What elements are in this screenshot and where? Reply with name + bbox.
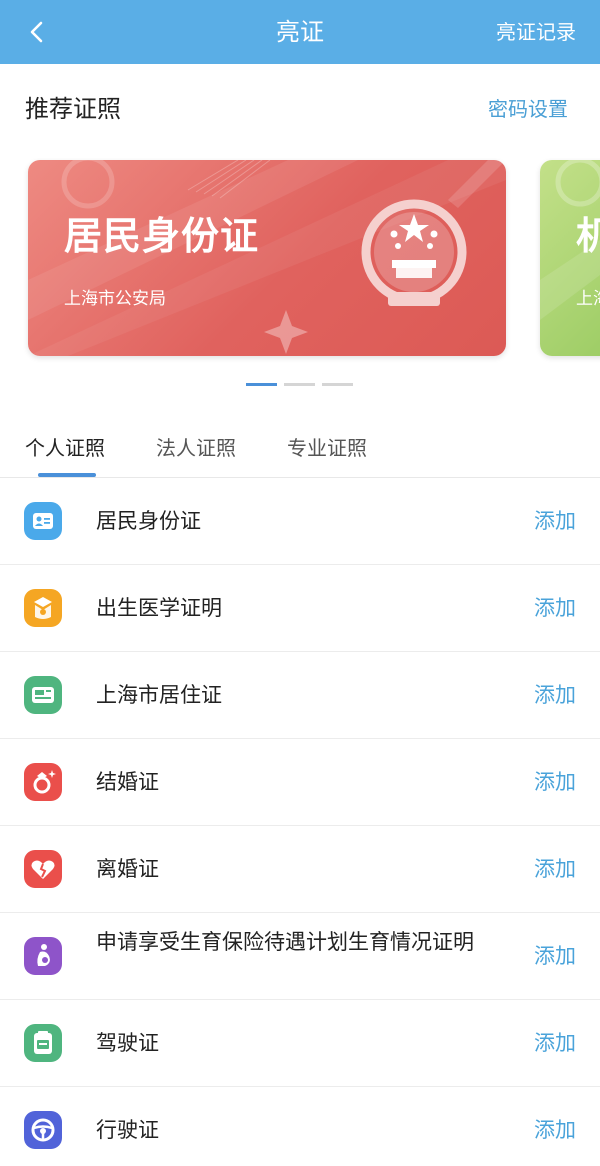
tab-legal-entity[interactable]: 法人证照 [156, 434, 236, 462]
broken-heart-icon [24, 850, 62, 888]
steering-wheel-icon [24, 1111, 62, 1149]
recommend-header: 推荐证照 密码设置 [0, 64, 600, 154]
category-tabs: 个人证照 法人证照 专业证照 [0, 420, 600, 478]
card-carousel[interactable]: 居民身份证 上海市公安局 机 上海 [0, 158, 600, 363]
list-item[interactable]: 离婚证 添加 [0, 826, 600, 913]
national-emblem-icon [361, 199, 467, 306]
add-button[interactable]: 添加 [534, 682, 576, 709]
add-button[interactable]: 添加 [534, 769, 576, 796]
carousel-dot[interactable] [322, 383, 353, 386]
add-button[interactable]: 添加 [534, 856, 576, 883]
item-label: 结婚证 [96, 770, 159, 794]
driving-license-icon [24, 1024, 62, 1062]
list-item[interactable]: 申请享受生育保险待遇计划生育情况证明 添加 [0, 913, 600, 1000]
card-issuer: 上海 [576, 289, 600, 309]
recommend-title: 推荐证照 [25, 95, 121, 123]
add-button[interactable]: 添加 [534, 1117, 576, 1144]
list-item[interactable]: 出生医学证明 添加 [0, 565, 600, 652]
id-card-icon [24, 502, 62, 540]
pregnancy-icon [24, 937, 62, 975]
item-label: 驾驶证 [96, 1031, 159, 1055]
list-item[interactable]: 上海市居住证 添加 [0, 652, 600, 739]
show-history-button[interactable]: 亮证记录 [496, 19, 576, 45]
active-tab-indicator [38, 473, 96, 477]
item-label: 申请享受生育保险待遇计划生育情况证明 [96, 930, 474, 954]
tab-professional[interactable]: 专业证照 [287, 434, 367, 462]
add-button[interactable]: 添加 [534, 595, 576, 622]
card-title: 机 [576, 214, 600, 258]
list-item[interactable]: 居民身份证 添加 [0, 478, 600, 565]
carousel-indicator [0, 383, 600, 389]
baby-icon [24, 589, 62, 627]
carousel-dot[interactable] [284, 383, 315, 386]
add-button[interactable]: 添加 [534, 1030, 576, 1057]
card-issuer: 上海市公安局 [64, 289, 166, 309]
list-item[interactable]: 结婚证 添加 [0, 739, 600, 826]
residence-card-icon [24, 676, 62, 714]
add-button[interactable]: 添加 [534, 943, 576, 970]
item-label: 行驶证 [96, 1118, 159, 1142]
nav-bar: 亮证 亮证记录 [0, 0, 600, 64]
tab-personal[interactable]: 个人证照 [25, 434, 105, 462]
item-label: 居民身份证 [96, 509, 201, 533]
password-settings-link[interactable]: 密码设置 [488, 96, 568, 122]
item-label: 出生医学证明 [96, 596, 222, 620]
next-card-tile[interactable]: 机 上海 [540, 160, 600, 356]
item-label: 上海市居住证 [96, 683, 222, 707]
item-label: 离婚证 [96, 857, 159, 881]
card-title: 居民身份证 [64, 214, 260, 258]
list-item[interactable]: 驾驶证 添加 [0, 1000, 600, 1087]
carousel-dot[interactable] [246, 383, 277, 386]
list-item[interactable]: 行驶证 添加 [0, 1087, 600, 1166]
ring-icon [24, 763, 62, 801]
id-card-tile[interactable]: 居民身份证 上海市公安局 [28, 160, 506, 356]
certificate-list: 居民身份证 添加 出生医学证明 添加 上海市居住证 添加 结婚证 添加 离婚证 … [0, 478, 600, 1166]
add-button[interactable]: 添加 [534, 508, 576, 535]
